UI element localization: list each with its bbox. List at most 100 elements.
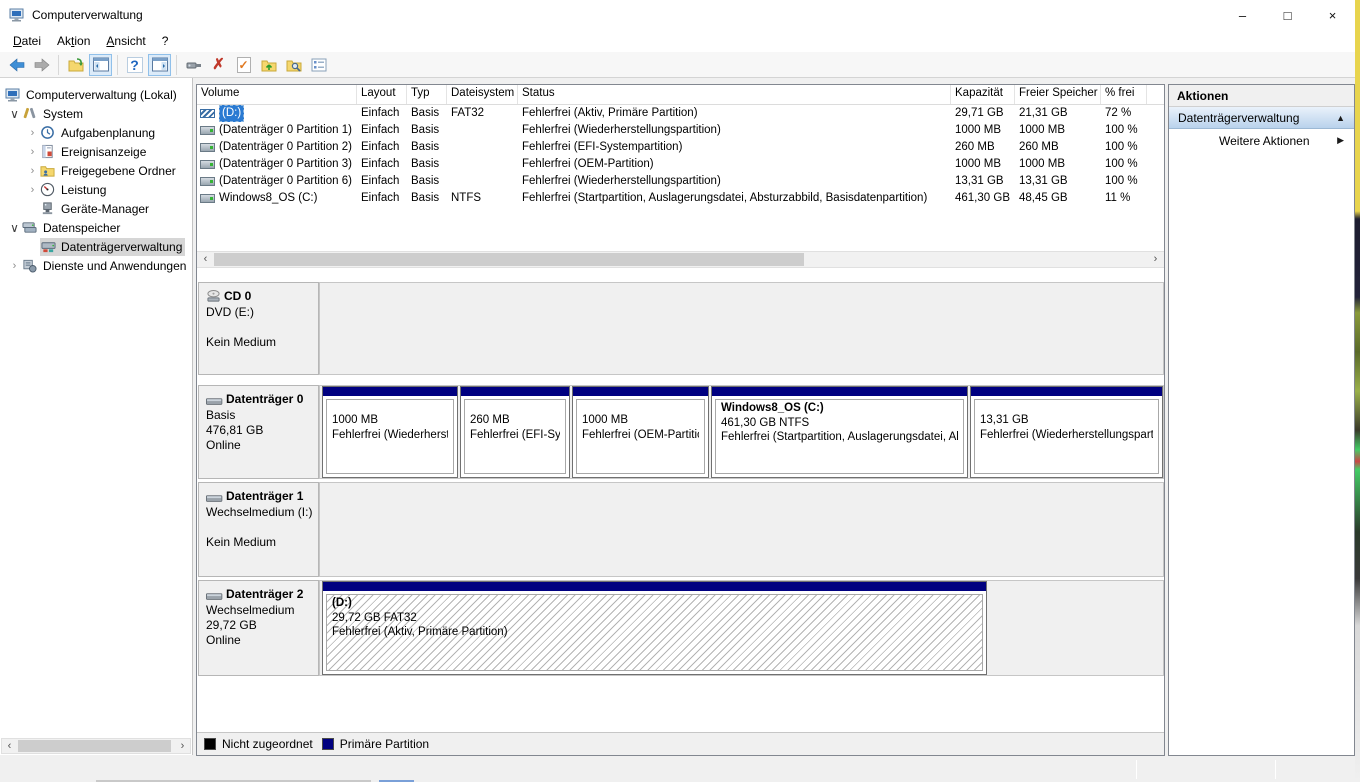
disk-icon: [206, 397, 223, 406]
legend-swatch-primary-partition: [321, 738, 334, 750]
chevron-right-icon[interactable]: ›: [25, 146, 40, 158]
maximize-button[interactable]: □: [1265, 0, 1310, 30]
export-list-icon[interactable]: [64, 54, 87, 76]
sidebar-item-datentraegerverwaltung[interactable]: Datenträgerverwaltung: [0, 237, 192, 256]
menu-aktion[interactable]: Aktion: [49, 32, 98, 50]
menu-datei[interactable]: Datei: [5, 32, 49, 50]
partition-disk0-p3[interactable]: 1000 MB Fehlerfrei (OEM-Partition): [572, 386, 709, 478]
remote-device-icon[interactable]: [182, 54, 205, 76]
scrollbar-thumb[interactable]: [214, 253, 804, 266]
disk-label-datentraeger0[interactable]: Datenträger 0 Basis 476,81 GB Online: [198, 385, 319, 479]
legend: Nicht zugeordnet Primäre Partition: [197, 732, 1164, 755]
legend-label-primary-partition: Primäre Partition: [339, 737, 430, 751]
disk-icon: [206, 592, 223, 601]
scroll-right-arrow[interactable]: ›: [175, 739, 190, 753]
column-header-status[interactable]: Status: [518, 85, 951, 104]
primary-partition-band: [971, 387, 1162, 396]
sidebar-item-aufgabenplanung[interactable]: › Aufgabenplanung: [0, 123, 192, 142]
status-bar: [0, 756, 1355, 782]
back-icon[interactable]: [5, 54, 28, 76]
menu-help[interactable]: ?: [154, 32, 177, 50]
disk-label-cd0[interactable]: CD 0 DVD (E:) Kein Medium: [198, 282, 319, 375]
storage-icon: [22, 220, 38, 236]
column-header-pct-frei[interactable]: % frei: [1101, 85, 1147, 104]
delete-icon[interactable]: ✗: [207, 54, 230, 76]
volume-list-header: Volume Layout Typ Dateisystem Status Kap…: [197, 85, 1164, 105]
performance-icon: [40, 182, 56, 198]
forward-icon[interactable]: [30, 54, 53, 76]
partition-disk2-d[interactable]: (D:) 29,72 GB FAT32 Fehlerfrei (Aktiv, P…: [322, 581, 987, 675]
actions-header: Aktionen: [1169, 85, 1354, 107]
sidebar-item-geraete-manager[interactable]: Geräte-Manager: [0, 199, 192, 218]
collapse-arrow-icon[interactable]: ▲: [1336, 113, 1345, 123]
sidebar-item-ereignisanzeige[interactable]: › Ereignisanzeige: [0, 142, 192, 161]
window-title: Computerverwaltung: [32, 8, 143, 22]
folder-up-icon[interactable]: [257, 54, 280, 76]
chevron-right-icon[interactable]: ›: [25, 127, 40, 139]
show-console-tree-icon[interactable]: [89, 53, 112, 76]
sidebar-item-dienste-und-anwendungen[interactable]: › Dienste und Anwendungen: [0, 256, 192, 275]
volume-icon: [200, 177, 215, 186]
computer-icon: [5, 87, 21, 103]
status-bar-separator: [1275, 760, 1276, 779]
table-row[interactable]: (Datenträger 0 Partition 3) Einfach Basi…: [197, 156, 1164, 173]
actions-item-weitere-aktionen[interactable]: Weitere Aktionen ▶: [1169, 129, 1354, 152]
scroll-left-arrow[interactable]: ‹: [198, 252, 213, 266]
task-scheduler-icon: [40, 125, 56, 141]
actions-group-datentraegerverwaltung[interactable]: Datenträgerverwaltung ▲: [1169, 107, 1354, 129]
device-manager-icon: [40, 201, 56, 217]
column-header-volume[interactable]: Volume: [197, 85, 357, 104]
toolbar-separator: [176, 54, 177, 75]
column-header-freier-speicher[interactable]: Freier Speicher: [1015, 85, 1101, 104]
sidebar-item-system[interactable]: ∨ System: [0, 104, 192, 123]
scrollbar-thumb[interactable]: [18, 740, 171, 752]
chevron-right-icon[interactable]: ›: [25, 165, 40, 177]
chevron-right-icon[interactable]: ›: [25, 184, 40, 196]
scroll-left-arrow[interactable]: ‹: [2, 739, 17, 753]
column-header-layout[interactable]: Layout: [357, 85, 407, 104]
tree-horizontal-scrollbar[interactable]: ‹ ›: [1, 738, 191, 754]
table-row[interactable]: (Datenträger 0 Partition 6) Einfach Basi…: [197, 173, 1164, 190]
partition-disk0-p1[interactable]: 1000 MB Fehlerfrei (Wiederherstellungspa…: [322, 386, 458, 478]
toolbar: ? ✗ ✓: [0, 52, 1355, 78]
actions-pane: Aktionen Datenträgerverwaltung ▲ Weitere…: [1168, 84, 1355, 756]
volume-list-horizontal-scrollbar[interactable]: ‹ ›: [197, 251, 1164, 268]
shared-folders-icon: [40, 163, 56, 179]
table-row[interactable]: (Datenträger 0 Partition 1) Einfach Basi…: [197, 122, 1164, 139]
menu-ansicht[interactable]: Ansicht: [98, 32, 153, 50]
table-row[interactable]: Windows8_OS (C:) Einfach Basis NTFS Fehl…: [197, 190, 1164, 207]
column-header-dateisystem[interactable]: Dateisystem: [447, 85, 518, 104]
volume-icon: [200, 194, 215, 203]
disk-area-datentraeger1[interactable]: [319, 482, 1164, 577]
primary-partition-band: [712, 387, 967, 396]
chevron-right-icon[interactable]: ›: [7, 260, 22, 272]
table-row[interactable]: (Datenträger 0 Partition 2) Einfach Basi…: [197, 139, 1164, 156]
check-document-icon[interactable]: ✓: [232, 54, 255, 76]
graphical-view: CD 0 DVD (E:) Kein Medium Datenträger 0 …: [197, 269, 1164, 733]
folder-search-icon[interactable]: [282, 54, 305, 76]
scroll-right-arrow[interactable]: ›: [1148, 252, 1163, 266]
sidebar-item-leistung[interactable]: › Leistung: [0, 180, 192, 199]
show-action-pane-icon[interactable]: [148, 53, 171, 76]
disk-label-datentraeger2[interactable]: Datenträger 2 Wechselmedium 29,72 GB Onl…: [198, 580, 319, 676]
sidebar-item-datenspeicher[interactable]: ∨ Datenspeicher: [0, 218, 192, 237]
system-tools-icon: [22, 106, 38, 122]
partition-disk0-c[interactable]: Windows8_OS (C:) 461,30 GB NTFS Fehlerfr…: [711, 386, 968, 478]
table-row[interactable]: (D:) Einfach Basis FAT32 Fehlerfrei (Akt…: [197, 105, 1164, 122]
chevron-down-icon[interactable]: ∨: [7, 221, 22, 235]
minimize-button[interactable]: –: [1220, 0, 1265, 30]
partition-disk0-p6[interactable]: 13,31 GB Fehlerfrei (Wiederherstellungsp…: [970, 386, 1163, 478]
column-header-typ[interactable]: Typ: [407, 85, 447, 104]
properties-icon[interactable]: [307, 54, 330, 76]
disk-area-datentraeger0: 1000 MB Fehlerfrei (Wiederherstellungspa…: [319, 385, 1164, 479]
help-icon[interactable]: ?: [123, 54, 146, 76]
sidebar-item-computerverwaltung[interactable]: Computerverwaltung (Lokal): [0, 85, 192, 104]
disk-label-datentraeger1[interactable]: Datenträger 1 Wechselmedium (I:) Kein Me…: [198, 482, 319, 577]
chevron-down-icon[interactable]: ∨: [7, 107, 22, 121]
close-button[interactable]: ×: [1310, 0, 1355, 30]
partition-disk0-p2[interactable]: 260 MB Fehlerfrei (EFI-Systempartition): [460, 386, 570, 478]
disk-area-cd0[interactable]: [319, 282, 1164, 375]
volume-icon: [200, 109, 215, 118]
column-header-kapazitaet[interactable]: Kapazität: [951, 85, 1015, 104]
sidebar-item-freigegebene-ordner[interactable]: › Freigegebene Ordner: [0, 161, 192, 180]
